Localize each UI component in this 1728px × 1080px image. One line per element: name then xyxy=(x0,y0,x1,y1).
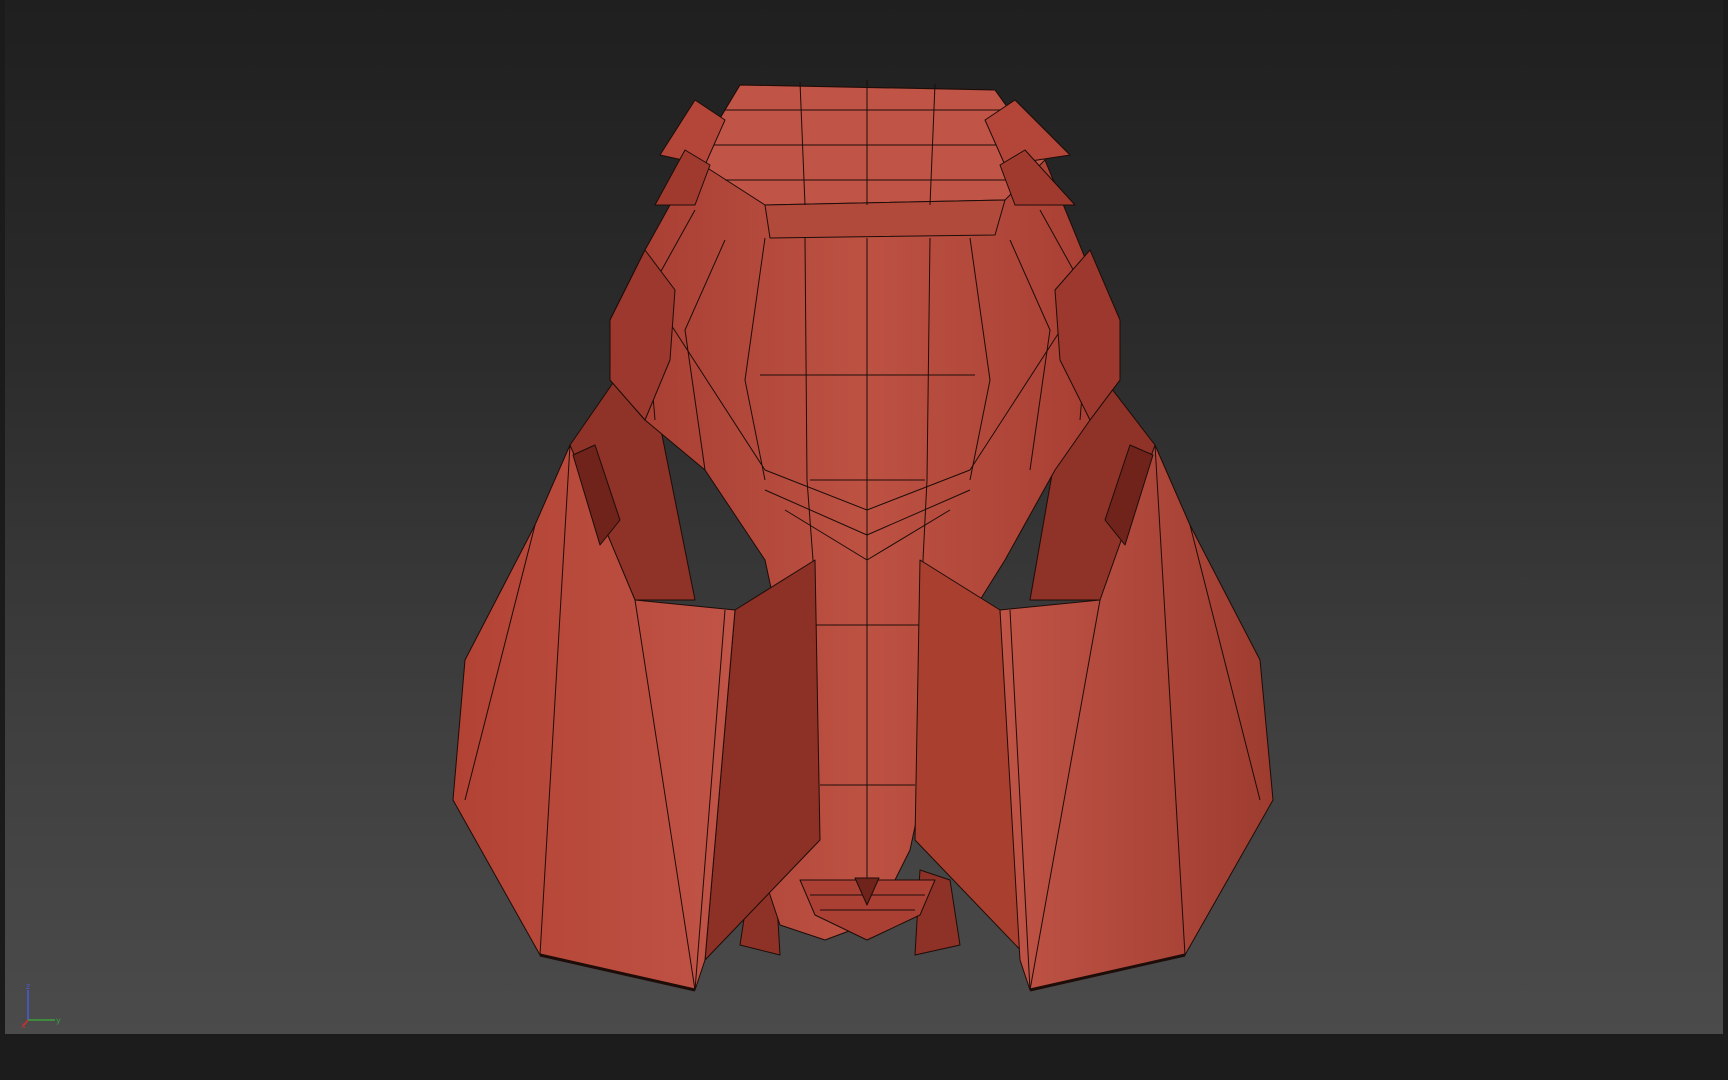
axis-gizmo: z y x xyxy=(21,982,61,1028)
3d-viewport[interactable]: z y x xyxy=(5,0,1723,1034)
wing-left xyxy=(452,444,736,991)
x-axis-label: x xyxy=(21,1021,26,1028)
nose-band xyxy=(764,199,1006,239)
mesh-wireframe xyxy=(452,80,1274,992)
y-axis-label: y xyxy=(56,1016,61,1025)
mesh-model[interactable] xyxy=(5,0,1723,1034)
wing-right xyxy=(999,444,1274,991)
status-bar xyxy=(0,1034,1728,1080)
z-axis-label: z xyxy=(26,982,30,991)
